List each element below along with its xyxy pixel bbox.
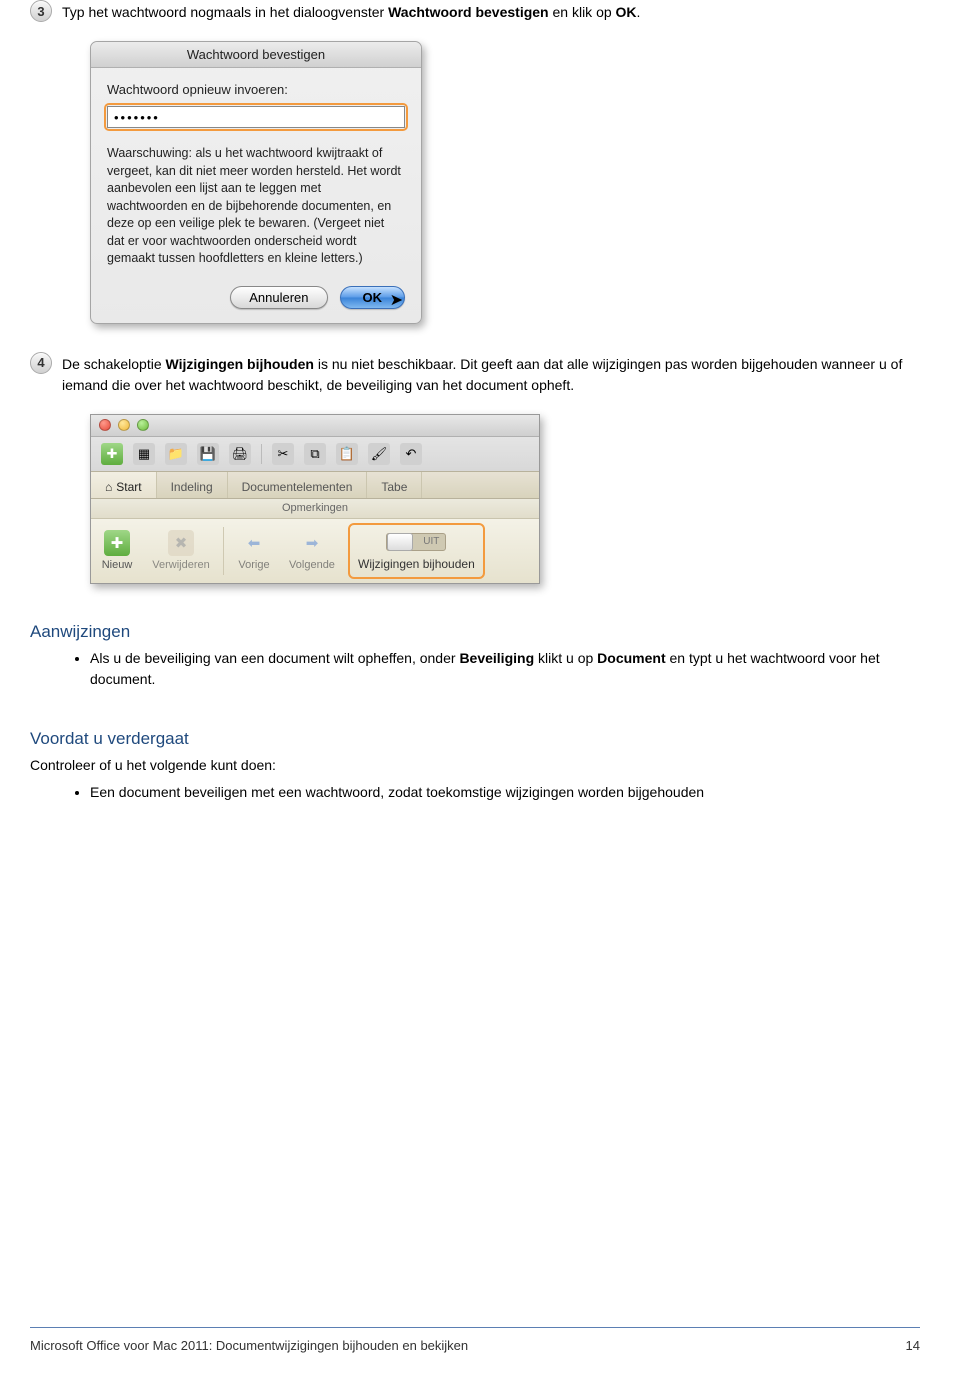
before-continue-lead: Controleer of u het volgende kunt doen: (30, 755, 920, 776)
text: en klik op (549, 4, 616, 20)
tab-tabellen[interactable]: Tabe (367, 472, 422, 498)
dialog-title: Wachtwoord bevestigen (91, 42, 421, 68)
ribbon-verwijderen[interactable]: ✖ Verwijderen (143, 519, 219, 583)
zoom-icon[interactable] (137, 419, 149, 431)
text: klikt u op (534, 650, 597, 666)
layout-icon[interactable]: ▦ (133, 443, 155, 465)
step-number-3: 3 (30, 0, 52, 22)
hints-list: Als u de beveiliging van een document wi… (90, 648, 920, 691)
ribbon-figure: ✚ ▦ 📁 💾 🖨 ✂ ⧉ 📋 🖌 ↶ ⌂ Start Indeling Docu… (90, 414, 920, 584)
text: Typ het wachtwoord nogmaals in het dialo… (62, 4, 388, 20)
hints-heading: Aanwijzingen (30, 622, 920, 642)
arrow-left-icon: ⬅ (241, 530, 267, 556)
open-icon[interactable]: 📁 (165, 443, 187, 465)
ribbon-vorige[interactable]: ⬅ Vorige (228, 519, 280, 583)
password-confirm-dialog: Wachtwoord bevestigen Wachtwoord opnieuw… (90, 41, 422, 324)
password-input[interactable] (107, 106, 405, 128)
page-footer: Microsoft Office voor Mac 2011: Document… (30, 1327, 920, 1353)
print-icon[interactable]: 🖨 (229, 443, 251, 465)
ribbon-tabs: ⌂ Start Indeling Documentelementen Tabe (91, 471, 539, 499)
password-dialog-figure: Wachtwoord bevestigen Wachtwoord opnieuw… (90, 41, 920, 324)
before-continue-list: Een document beveiligen met een wachtwoo… (90, 782, 920, 804)
minimize-icon[interactable] (118, 419, 130, 431)
tab-label: Start (116, 480, 141, 494)
password-input-highlight (104, 103, 408, 131)
label: Vorige (238, 559, 269, 571)
list-item: Een document beveiligen met een wachtwoo… (90, 782, 920, 804)
text-bold: Beveiliging (459, 650, 534, 666)
step-4: 4 De schakeloptie Wijzigingen bijhouden … (30, 352, 920, 396)
text-bold: OK (616, 4, 637, 20)
separator (223, 527, 224, 575)
home-icon: ⌂ (105, 480, 112, 494)
text-bold: Wijzigingen bijhouden (166, 356, 314, 372)
ribbon-group-label: Opmerkingen (91, 499, 539, 519)
label: Volgende (289, 559, 335, 571)
paste-icon[interactable]: 📋 (336, 443, 358, 465)
wijzigingen-bijhouden-group[interactable]: UIT Wijzigingen bijhouden (348, 523, 485, 579)
titlebar (91, 415, 539, 437)
arrow-right-icon: ➡ (299, 530, 325, 556)
cancel-button[interactable]: Annuleren (230, 286, 327, 309)
copy-icon[interactable]: ⧉ (304, 443, 326, 465)
tab-indeling[interactable]: Indeling (157, 472, 228, 498)
label: Verwijderen (152, 559, 209, 571)
undo-icon[interactable]: ↶ (400, 443, 422, 465)
save-icon[interactable]: 💾 (197, 443, 219, 465)
ribbon-nieuw[interactable]: ✚ Nieuw (91, 519, 143, 583)
step-number-4: 4 (30, 352, 52, 374)
plus-icon: ✚ (104, 530, 130, 556)
password-warning-text: Waarschuwing: als u het wachtwoord kwijt… (107, 145, 405, 268)
list-item: Als u de beveiliging van een document wi… (90, 648, 920, 691)
delete-icon: ✖ (168, 530, 194, 556)
ok-button[interactable]: OK (340, 286, 406, 309)
before-continue-heading: Voordat u verdergaat (30, 729, 920, 749)
text-bold: Document (597, 650, 665, 666)
page-number: 14 (906, 1338, 920, 1353)
new-doc-icon[interactable]: ✚ (101, 443, 123, 465)
ribbon-volgende[interactable]: ➡ Volgende (280, 519, 344, 583)
tab-documentelementen[interactable]: Documentelementen (228, 472, 368, 498)
toggle-label-off: UIT (423, 536, 439, 547)
step-4-text: De schakeloptie Wijzigingen bijhouden is… (62, 352, 920, 396)
password-label: Wachtwoord opnieuw invoeren: (107, 82, 405, 97)
ribbon-body: ✚ Nieuw ✖ Verwijderen ⬅ Vorige ➡ Volgend… (91, 519, 539, 583)
text: De schakeloptie (62, 356, 166, 372)
close-icon[interactable] (99, 419, 111, 431)
label: Nieuw (102, 559, 133, 571)
footer-title: Microsoft Office voor Mac 2011: Document… (30, 1338, 468, 1353)
step-3: 3 Typ het wachtwoord nogmaals in het dia… (30, 0, 920, 23)
text: . (637, 4, 641, 20)
cut-icon[interactable]: ✂ (272, 443, 294, 465)
text: Als u de beveiliging van een document wi… (90, 650, 459, 666)
text-bold: Wachtwoord bevestigen (388, 4, 549, 20)
format-painter-icon[interactable]: 🖌 (368, 443, 390, 465)
toggle-knob (387, 533, 413, 551)
quick-access-toolbar: ✚ ▦ 📁 💾 🖨 ✂ ⧉ 📋 🖌 ↶ (91, 437, 539, 471)
ribbon-window: ✚ ▦ 📁 💾 🖨 ✂ ⧉ 📋 🖌 ↶ ⌂ Start Indeling Docu… (90, 414, 540, 584)
tab-start[interactable]: ⌂ Start (91, 472, 157, 498)
track-changes-toggle[interactable]: UIT (386, 533, 446, 551)
wijz-label: Wijzigingen bijhouden (358, 557, 475, 571)
step-3-text: Typ het wachtwoord nogmaals in het dialo… (62, 0, 640, 23)
